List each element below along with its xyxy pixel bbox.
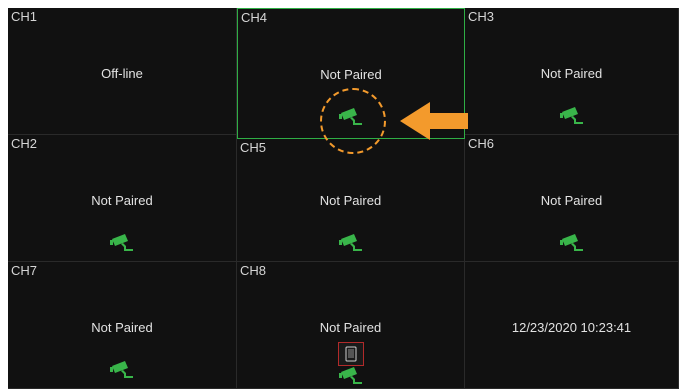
channel-status: Not Paired [320,67,382,82]
arrow-left-icon [400,102,468,140]
channel-status: Not Paired [540,193,603,208]
channel-tile-ch3[interactable]: CH3 Not Paired [465,8,679,135]
channel-status: Off-line [101,66,143,81]
camera-icon[interactable] [338,366,363,386]
channel-label: CH5 [240,140,267,155]
camera-icon[interactable] [338,233,363,253]
datetime-tile: 12/23/2020 10:23:41 [465,262,679,389]
channel-label: CH3 [468,9,495,24]
camera-icon[interactable] [110,360,134,380]
channel-tile-ch6[interactable]: CH6 Not Paired [465,135,679,262]
datetime-display: 12/23/2020 10:23:41 [511,320,632,335]
camera-icon[interactable] [110,233,134,253]
channel-tile-ch7[interactable]: CH7 Not Paired [8,262,237,389]
channel-label: CH6 [468,136,495,151]
channel-tile-ch1[interactable]: CH1 Off-line [8,8,237,135]
channel-status: Not Paired [319,320,382,335]
camera-icon[interactable] [559,106,584,126]
channel-label: CH7 [11,263,38,278]
channel-label: CH2 [11,136,38,151]
device-thumbnail-icon[interactable] [338,342,364,366]
camera-icon[interactable] [559,233,584,253]
channel-status: Not Paired [91,193,153,208]
channel-label: CH4 [241,10,268,25]
channel-tile-ch2[interactable]: CH2 Not Paired [8,135,237,262]
dashed-circle-highlight [320,88,386,154]
channel-status: Not Paired [540,66,603,81]
channel-label: CH1 [11,9,38,24]
channel-label: CH8 [240,263,267,278]
channel-tile-ch8[interactable]: CH8 Not Paired [237,262,465,389]
channel-tile-ch5[interactable]: CH5 Not Paired [237,139,465,262]
channel-status: Not Paired [91,320,153,335]
channel-status: Not Paired [319,193,382,208]
channel-grid: CH1 Off-line CH4 Not Paired CH3 Not Pair… [8,8,679,389]
